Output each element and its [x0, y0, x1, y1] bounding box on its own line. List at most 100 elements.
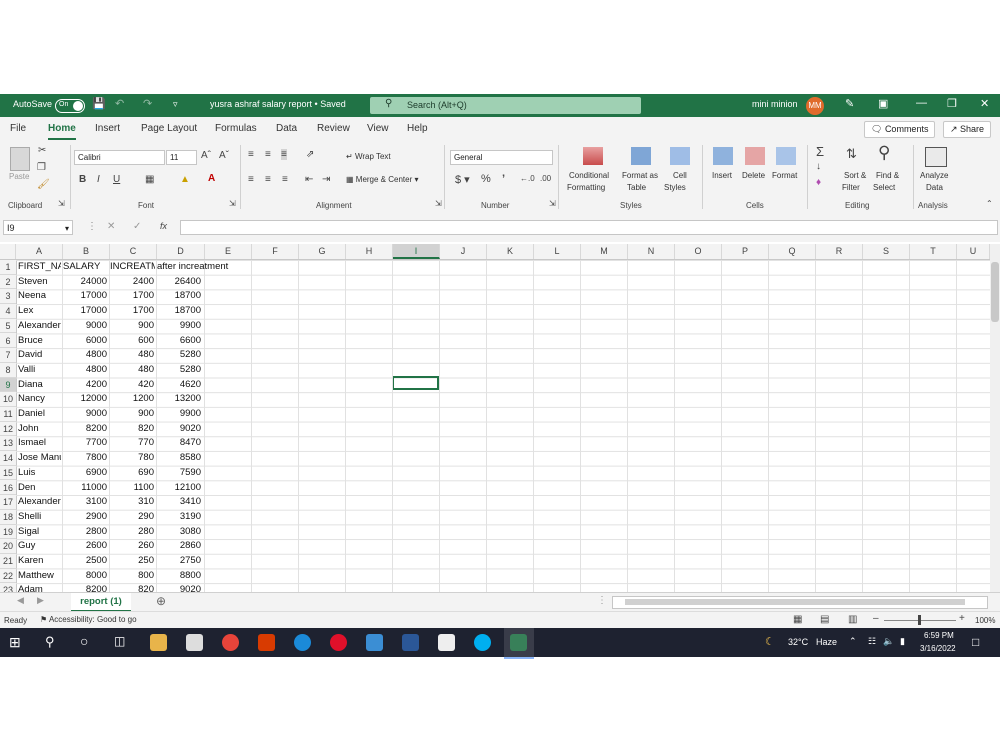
office-icon[interactable]	[258, 634, 275, 651]
cell-d15[interactable]: 7590	[157, 466, 201, 481]
cell-b14[interactable]: 7800	[63, 451, 107, 466]
volume-icon[interactable]: 🔈	[883, 636, 894, 647]
row-header-12[interactable]: 12	[0, 422, 16, 437]
cell-c23[interactable]: 820	[110, 583, 154, 592]
tab-formulas[interactable]: Formulas	[215, 123, 257, 134]
row-header-6[interactable]: 6	[0, 334, 16, 349]
column-header-n[interactable]: N	[628, 244, 675, 259]
cell-c4[interactable]: 1700	[110, 304, 154, 319]
column-header-u[interactable]: U	[957, 244, 990, 259]
cell-c6[interactable]: 600	[110, 334, 154, 349]
autosum-icon[interactable]: Σ	[816, 144, 824, 159]
column-header-s[interactable]: S	[863, 244, 910, 259]
row-header-8[interactable]: 8	[0, 363, 16, 378]
edge-icon[interactable]	[294, 634, 311, 651]
row-header-20[interactable]: 20	[0, 539, 16, 554]
cell-a19[interactable]: Sigal	[18, 525, 61, 540]
decrease-indent-icon[interactable]: ⇤	[305, 174, 313, 185]
cut-icon[interactable]: ✂	[38, 145, 46, 156]
column-header-l[interactable]: L	[534, 244, 581, 259]
cell-a6[interactable]: Bruce	[18, 334, 61, 349]
font-name-select[interactable]: Calibri	[74, 150, 165, 165]
share-button[interactable]: ↗ Share	[943, 121, 992, 138]
fill-color-icon[interactable]: ▲	[180, 174, 190, 185]
column-header-o[interactable]: O	[675, 244, 722, 259]
collapse-ribbon-icon[interactable]: ⌃	[986, 199, 993, 208]
cell-c15[interactable]: 690	[110, 466, 154, 481]
page-layout-view-icon[interactable]: ▤	[820, 614, 829, 625]
user-name[interactable]: mini minion	[752, 99, 798, 109]
font-launcher-icon[interactable]: ⇲	[229, 199, 236, 208]
cell-a23[interactable]: Adam	[18, 583, 61, 592]
cell-a3[interactable]: Neena	[18, 289, 61, 304]
cell-b20[interactable]: 2600	[63, 539, 107, 554]
cell-c2[interactable]: 2400	[110, 275, 154, 290]
cell-a13[interactable]: Ismael	[18, 436, 61, 451]
cell-c19[interactable]: 280	[110, 525, 154, 540]
align-left-icon[interactable]: ≡	[248, 174, 254, 185]
column-header-h[interactable]: H	[346, 244, 393, 259]
column-header-b[interactable]: B	[63, 244, 110, 259]
minimize-icon[interactable]: —	[916, 97, 927, 109]
sheet-tab-report[interactable]: report (1)	[71, 593, 131, 612]
cell-d9[interactable]: 4620	[157, 378, 201, 393]
cell-c20[interactable]: 260	[110, 539, 154, 554]
undo-icon[interactable]: ↶	[115, 97, 124, 110]
column-header-q[interactable]: Q	[769, 244, 816, 259]
alignment-launcher-icon[interactable]: ⇲	[435, 199, 442, 208]
cell-d4[interactable]: 18700	[157, 304, 201, 319]
merge-center-button[interactable]: ▦ Merge & Center ▾	[346, 175, 419, 184]
cell-d10[interactable]: 13200	[157, 392, 201, 407]
new-sheet-icon[interactable]: ⊕	[156, 594, 166, 608]
cell-d19[interactable]: 3080	[157, 525, 201, 540]
h-scroll-thumb[interactable]	[625, 599, 965, 605]
notification-icon[interactable]: □	[972, 635, 979, 649]
align-center-icon[interactable]: ≡	[265, 174, 271, 185]
cell-a2[interactable]: Steven	[18, 275, 61, 290]
cell-c22[interactable]: 800	[110, 569, 154, 584]
horizontal-scrollbar[interactable]	[612, 596, 988, 609]
cell-d12[interactable]: 9020	[157, 422, 201, 437]
row-header-5[interactable]: 5	[0, 319, 16, 334]
cell-c18[interactable]: 290	[110, 510, 154, 525]
cell-c7[interactable]: 480	[110, 348, 154, 363]
cell-b17[interactable]: 3100	[63, 495, 107, 510]
select-all-corner[interactable]	[0, 244, 16, 259]
cell-b19[interactable]: 2800	[63, 525, 107, 540]
cell-d2[interactable]: 26400	[157, 275, 201, 290]
row-header-3[interactable]: 3	[0, 289, 16, 305]
row-header-23[interactable]: 23	[0, 583, 16, 592]
copy-icon[interactable]: ❐	[37, 162, 46, 173]
insert-cells-icon[interactable]	[713, 147, 733, 165]
task-view-icon[interactable]: ◫	[114, 634, 125, 648]
tab-data[interactable]: Data	[276, 123, 297, 134]
cell-a7[interactable]: David	[18, 348, 61, 363]
cell-c11[interactable]: 900	[110, 407, 154, 422]
cell-d18[interactable]: 3190	[157, 510, 201, 525]
document-title[interactable]: yusra ashraf salary report • Saved	[210, 99, 346, 109]
cell-b12[interactable]: 8200	[63, 422, 107, 437]
redo-icon[interactable]: ↷	[143, 97, 152, 110]
clock-date[interactable]: 3/16/2022	[920, 644, 956, 653]
column-header-k[interactable]: K	[487, 244, 534, 259]
opera-icon[interactable]	[330, 634, 347, 651]
cell-d20[interactable]: 2860	[157, 539, 201, 554]
weather-text[interactable]: Haze	[816, 637, 837, 647]
tab-view[interactable]: View	[367, 123, 389, 134]
cell-b8[interactable]: 4800	[63, 363, 107, 378]
number-launcher-icon[interactable]: ⇲	[549, 199, 556, 208]
cell-b23[interactable]: 8200	[63, 583, 107, 592]
cell-b21[interactable]: 2500	[63, 554, 107, 569]
cell-b6[interactable]: 6000	[63, 334, 107, 349]
network-icon[interactable]: ☷	[868, 636, 876, 647]
restore-icon[interactable]: ❐	[947, 97, 957, 110]
normal-view-icon[interactable]: ▦	[793, 614, 802, 625]
cell-b10[interactable]: 12000	[63, 392, 107, 407]
cell-c10[interactable]: 1200	[110, 392, 154, 407]
column-header-c[interactable]: C	[110, 244, 157, 259]
row-header-18[interactable]: 18	[0, 510, 16, 525]
pen-icon[interactable]: ✎	[845, 97, 854, 110]
cell-c13[interactable]: 770	[110, 436, 154, 451]
format-cells-icon[interactable]	[776, 147, 796, 165]
cell-b7[interactable]: 4800	[63, 348, 107, 363]
